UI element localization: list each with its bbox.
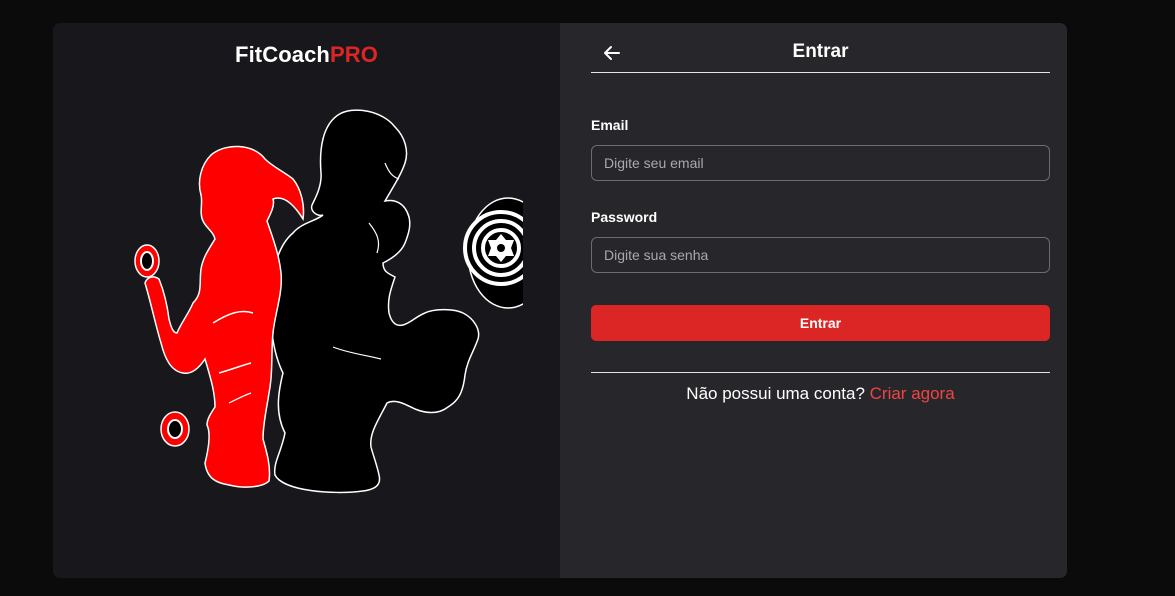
fitness-silhouette-illustration bbox=[134, 109, 523, 494]
signup-prompt: Não possui uma conta? Criar agora bbox=[591, 384, 1050, 404]
small-dumbbell-bottom bbox=[160, 411, 190, 447]
brand-name-accent: PRO bbox=[329, 42, 378, 67]
brand-panel: FitCoachPRO bbox=[53, 23, 560, 578]
login-panel: Entrar Email Password Entrar Não possui … bbox=[560, 23, 1067, 578]
divider bbox=[591, 372, 1050, 373]
dumbbell-plate bbox=[463, 197, 523, 309]
password-label: Password bbox=[591, 209, 658, 225]
login-header: Entrar bbox=[591, 37, 1050, 73]
email-input[interactable] bbox=[591, 145, 1050, 181]
small-dumbbell-top bbox=[134, 244, 160, 278]
brand-logo: FitCoachPRO bbox=[53, 42, 560, 68]
man-silhouette bbox=[269, 109, 480, 494]
brand-name-main: FitCoach bbox=[235, 42, 330, 67]
password-input[interactable] bbox=[591, 237, 1050, 273]
signup-text: Não possui uma conta? bbox=[686, 384, 865, 403]
login-card: FitCoachPRO Entrar Email Digite seu emai… bbox=[53, 23, 1067, 578]
email-label: Email bbox=[591, 117, 629, 133]
login-button[interactable]: Entrar bbox=[591, 305, 1050, 341]
page-title: Entrar bbox=[792, 41, 849, 62]
signup-link[interactable]: Criar agora bbox=[870, 384, 955, 403]
